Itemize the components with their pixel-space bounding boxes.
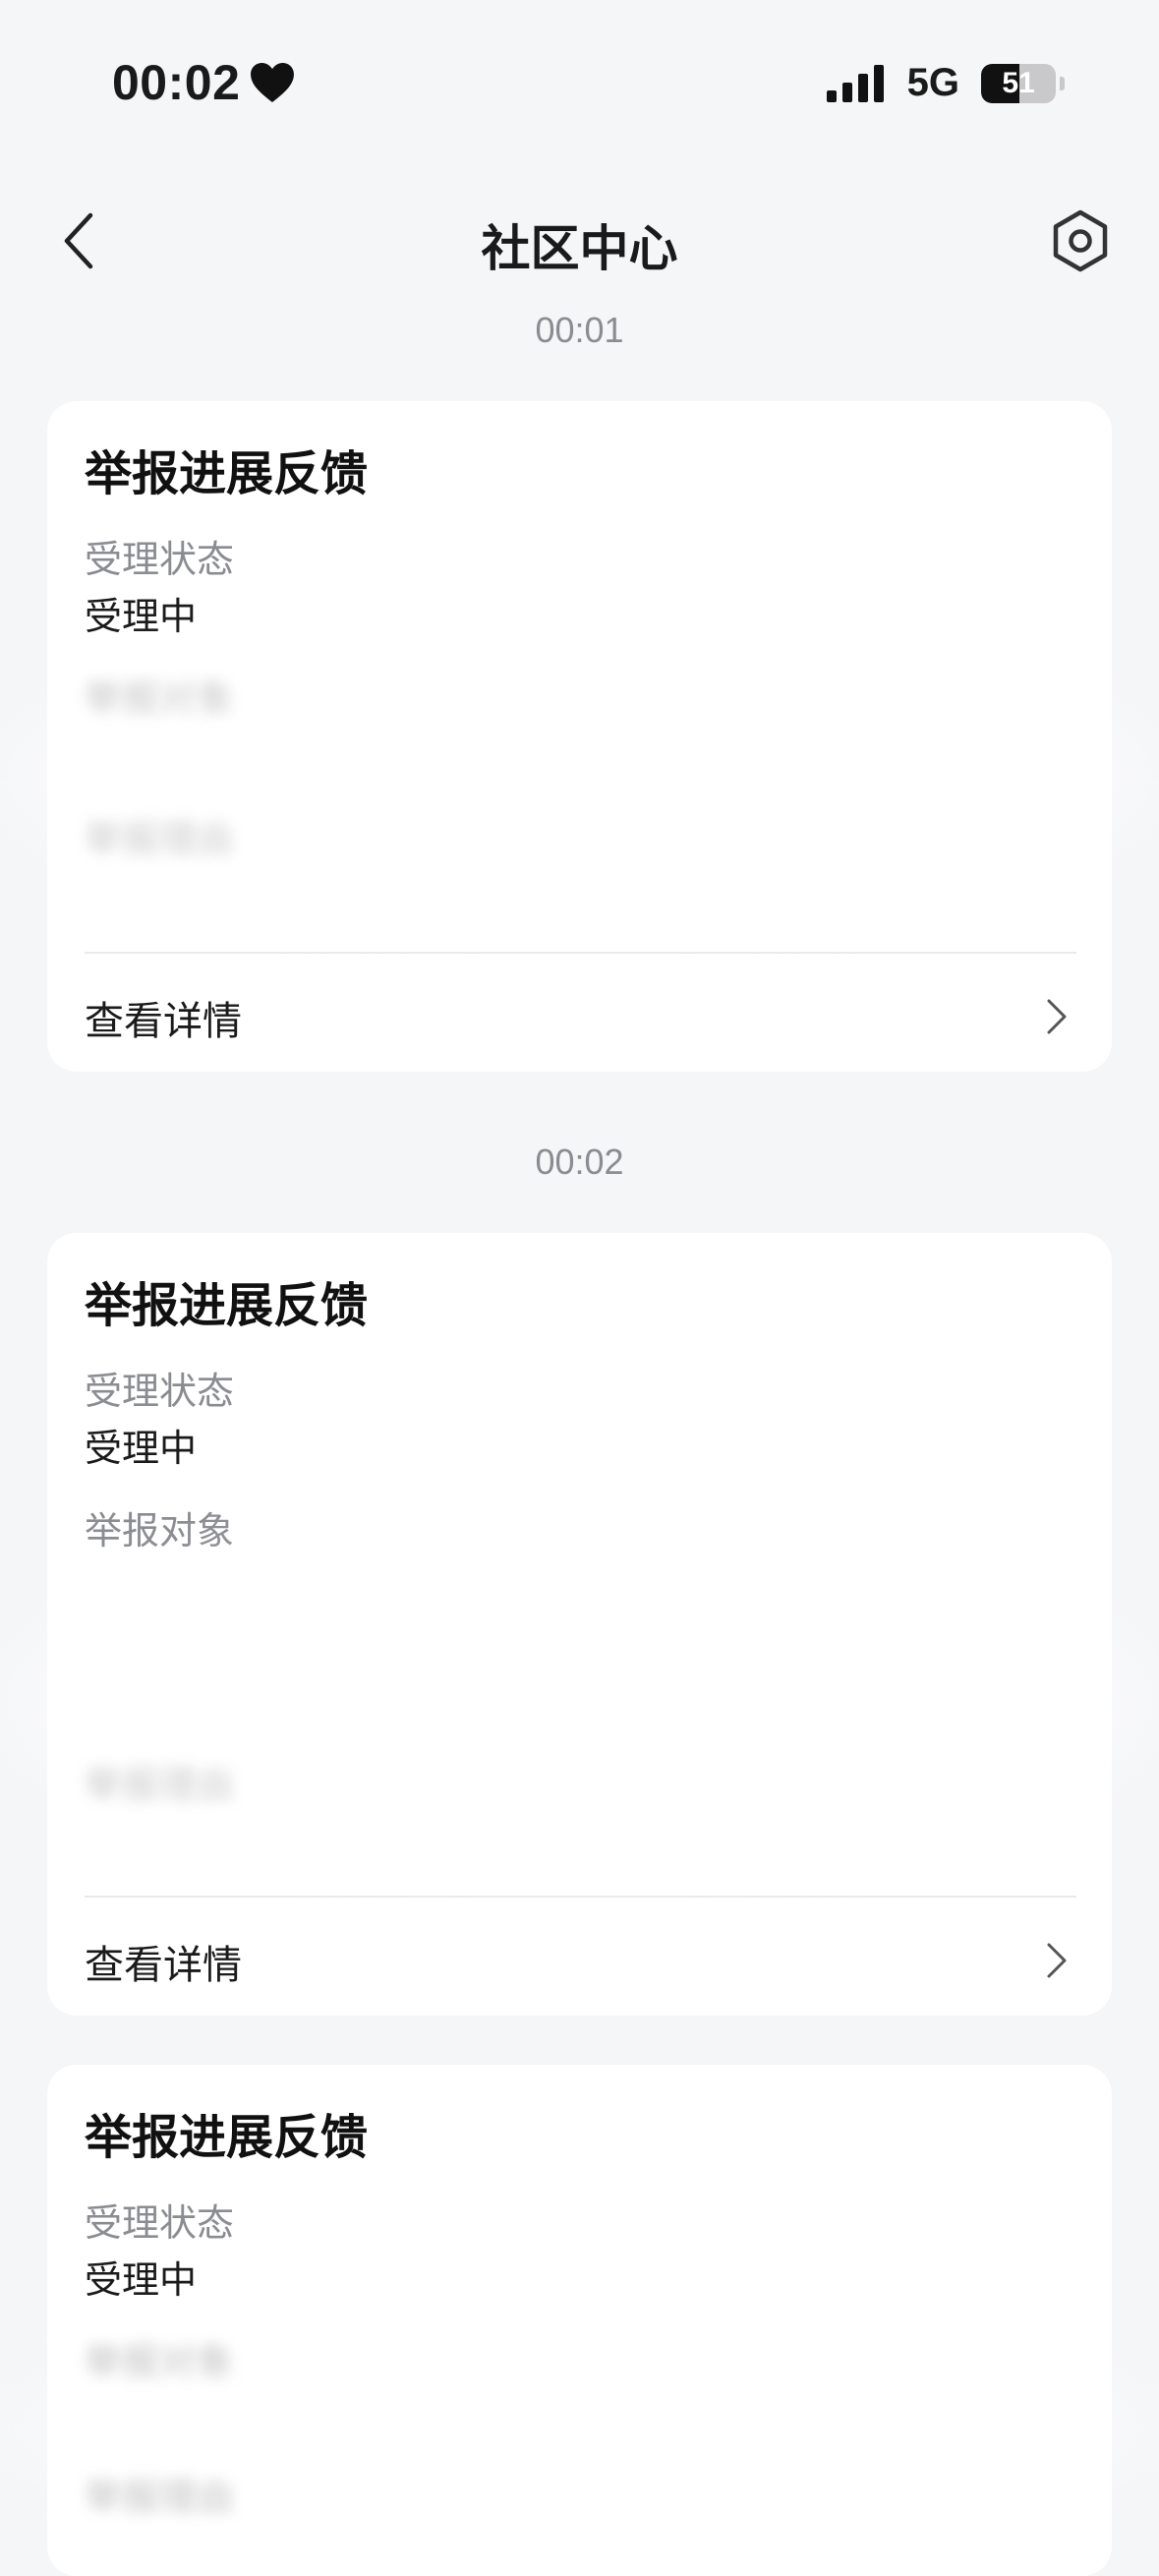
chevron-right-icon bbox=[1047, 1943, 1067, 1978]
cellular-signal-icon bbox=[826, 64, 884, 102]
battery-cap bbox=[1060, 76, 1065, 90]
status-value: 受理中 bbox=[85, 1427, 198, 1470]
nav-bar: 社区中心 bbox=[0, 192, 1159, 290]
message-timestamp: 00:01 bbox=[535, 310, 624, 350]
network-type: 5G bbox=[906, 61, 959, 104]
report-target-label: 举报对象 bbox=[85, 1509, 235, 1552]
status-label: 受理状态 bbox=[85, 2201, 235, 2245]
view-details-button[interactable]: 查看详情 bbox=[47, 1898, 1112, 2016]
view-details-label: 查看详情 bbox=[85, 1943, 242, 1988]
message-timestamp: 00:02 bbox=[535, 1142, 624, 1182]
status-bar: 00:02 5G 51 bbox=[0, 0, 1159, 172]
chevron-right-icon bbox=[1047, 999, 1067, 1034]
settings-button[interactable] bbox=[1039, 200, 1122, 282]
view-details-button[interactable]: 查看详情 bbox=[47, 954, 1112, 1072]
status-time: 00:02 bbox=[112, 54, 295, 111]
redaction-overlay bbox=[0, 1534, 1159, 1868]
status-value: 受理中 bbox=[85, 2258, 198, 2302]
settings-icon bbox=[1053, 209, 1108, 272]
card-title: 举报进展反馈 bbox=[85, 2110, 369, 2165]
redaction-overlay bbox=[0, 629, 1159, 924]
status-indicators: 5G 51 bbox=[826, 61, 1065, 105]
card-title: 举报进展反馈 bbox=[85, 446, 369, 501]
status-time-text: 00:02 bbox=[112, 55, 241, 110]
status-value: 受理中 bbox=[85, 595, 198, 638]
heart-icon bbox=[251, 62, 295, 103]
status-label: 受理状态 bbox=[85, 1370, 235, 1413]
view-details-label: 查看详情 bbox=[85, 999, 242, 1044]
battery-icon: 51 bbox=[981, 63, 1056, 103]
status-label: 受理状态 bbox=[85, 538, 235, 581]
card-title: 举报进展反馈 bbox=[85, 1278, 369, 1333]
page-title: 社区中心 bbox=[481, 220, 678, 277]
redaction-overlay bbox=[0, 2330, 1159, 2527]
battery-percent: 51 bbox=[1002, 66, 1035, 99]
